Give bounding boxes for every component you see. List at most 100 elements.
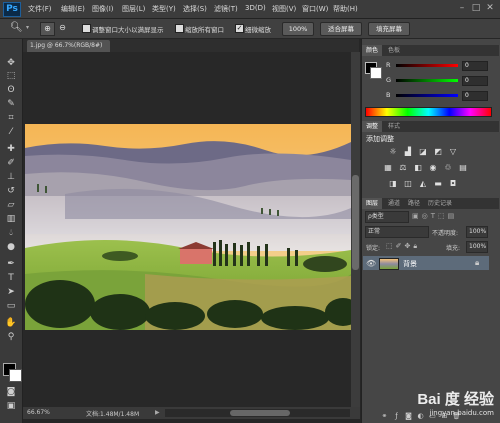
minimize-icon[interactable]: – (457, 3, 467, 13)
menu-view[interactable]: 视图(V) (272, 4, 296, 14)
tool-preset-dropdown-icon[interactable]: ▾ (26, 24, 29, 31)
photo-filter-icon[interactable]: ◉ (428, 163, 438, 173)
fill-screen-button[interactable]: 填充屏幕 (368, 22, 410, 36)
screen-mode-icon[interactable]: ▣ (4, 400, 18, 412)
eyedropper-icon[interactable]: ⁄ (4, 126, 18, 138)
zoom-in-icon[interactable]: ⊕ (40, 22, 55, 36)
document-tab[interactable]: 1.jpg @ 66.7%(RGB/8#) × (27, 40, 110, 61)
options-bar: 🔍︎ ▾ ⊕ ⊖ 调整窗口大小以满屏显示 缩放所有窗口 ✓ 细微缩放 100% … (0, 19, 500, 39)
selective-color-icon[interactable]: ◘ (448, 179, 458, 189)
hue-saturation-icon[interactable]: ▦ (383, 163, 393, 173)
scrubby-zoom-checkbox[interactable]: ✓ (235, 24, 244, 33)
channel-mixer-icon[interactable]: ♲ (443, 163, 453, 173)
tab-swatches[interactable]: 色板 (384, 45, 404, 56)
menu-help[interactable]: 帮助(H) (333, 4, 358, 14)
eye-visibility-icon[interactable]: 👁︎ (366, 259, 376, 268)
add-mask-icon[interactable]: ◙ (404, 412, 413, 421)
color-spectrum-bar[interactable] (365, 107, 492, 117)
blur-icon[interactable]: 💧︎ (4, 227, 18, 239)
tab-history[interactable]: 历史记录 (424, 198, 456, 209)
crop-icon[interactable]: ⌗ (4, 112, 18, 124)
levels-icon[interactable]: ▟ (403, 147, 413, 157)
pen-icon[interactable]: ✒ (4, 258, 18, 270)
exposure-icon[interactable]: ◩ (433, 147, 443, 157)
background-color-chip[interactable] (370, 67, 382, 79)
history-brush-icon[interactable]: ↺ (4, 185, 18, 197)
vertical-scroll-thumb[interactable] (352, 175, 359, 270)
threshold-icon[interactable]: ◭ (418, 179, 428, 189)
layer-style-icon[interactable]: ƒ (392, 412, 401, 421)
layer-row-background[interactable]: 👁︎ 背景 🔒︎ (363, 256, 489, 270)
link-layers-icon[interactable]: ⚭ (380, 412, 389, 421)
quick-mask-icon[interactable]: ◙ (4, 386, 18, 398)
lock-icons[interactable]: ⬚✐✥🔒︎ (386, 242, 420, 251)
brush-icon[interactable]: ✐ (4, 157, 18, 169)
fit-screen-button[interactable]: 适合屏幕 (320, 22, 362, 36)
tab-channels[interactable]: 通道 (384, 198, 404, 209)
layer-filter-icons[interactable]: ▣◎T⬚▤ (412, 212, 457, 220)
move-icon[interactable]: ✥ (4, 57, 18, 69)
zoom-100-button[interactable]: 100% (282, 22, 314, 36)
menu-layer[interactable]: 图层(L) (122, 4, 145, 14)
close-window-icon[interactable]: ✕ (485, 3, 495, 13)
green-slider[interactable] (396, 79, 458, 82)
path-select-icon[interactable]: ➤ (4, 286, 18, 298)
fill-field[interactable]: 100% (466, 241, 488, 253)
black-white-icon[interactable]: ◧ (413, 163, 423, 173)
brightness-icon[interactable]: ☼ (388, 147, 398, 157)
tab-color[interactable]: 颜色 (362, 45, 383, 56)
opacity-field[interactable]: 100% (466, 226, 488, 238)
color-balance-icon[interactable]: ⚖ (398, 163, 408, 173)
invert-icon[interactable]: ◨ (388, 179, 398, 189)
zoom-out-icon[interactable]: ⊖ (56, 22, 69, 34)
tab-paths[interactable]: 路径 (404, 198, 424, 209)
blue-slider[interactable] (396, 94, 458, 97)
curves-icon[interactable]: ◪ (418, 147, 428, 157)
menu-image[interactable]: 图像(I) (92, 4, 114, 14)
quick-select-icon[interactable]: ✎ (4, 98, 18, 110)
landscape-photo[interactable] (25, 124, 351, 330)
shape-icon[interactable]: ▭ (4, 300, 18, 312)
lasso-icon[interactable]: ʘ (4, 84, 18, 96)
zoom-all-checkbox[interactable] (175, 24, 184, 33)
menu-filter[interactable]: 滤镜(T) (214, 4, 238, 14)
blue-value-field[interactable]: 0 (462, 91, 488, 101)
menu-select[interactable]: 选择(S) (183, 4, 207, 14)
color-lookup-icon[interactable]: ▤ (458, 163, 468, 173)
stamp-icon[interactable]: ⊥ (4, 171, 18, 183)
gradient-icon[interactable]: ▥ (4, 213, 18, 225)
marquee-icon[interactable]: ⬚ (4, 70, 18, 82)
hand-icon[interactable]: ✋ (4, 317, 18, 329)
blend-mode-select[interactable]: 正常 (365, 226, 429, 238)
tab-styles[interactable]: 样式 (384, 121, 404, 132)
tab-adjustments[interactable]: 调整 (362, 121, 383, 132)
eraser-icon[interactable]: ▱ (4, 199, 18, 211)
vibrance-icon[interactable]: ▽ (448, 147, 458, 157)
type-icon[interactable]: T (4, 272, 18, 284)
menu-file[interactable]: 文件(F) (28, 4, 52, 14)
gradient-map-icon[interactable]: ▬ (433, 179, 443, 189)
menu-type[interactable]: 类型(Y) (152, 4, 176, 14)
zoom-tool-icon[interactable]: 🔍︎ (10, 22, 23, 33)
status-menu-arrow-icon[interactable]: ▶ (155, 409, 160, 416)
layer-name[interactable]: 背景 (403, 259, 417, 269)
dodge-icon[interactable]: ● (4, 241, 18, 253)
menu-3d[interactable]: 3D(D) (245, 4, 266, 12)
healing-icon[interactable]: ✚ (4, 143, 18, 155)
photoshop-logo: Ps (3, 2, 21, 17)
tab-layers[interactable]: 图层 (362, 198, 383, 209)
red-slider[interactable] (396, 64, 458, 67)
zoom-level[interactable]: 66.67% (27, 409, 50, 416)
zoom-icon[interactable]: ⚲ (4, 331, 18, 343)
channel-b-label: B (386, 91, 391, 99)
layer-kind-filter[interactable]: ρ类型 (365, 211, 409, 223)
horizontal-scroll-thumb[interactable] (230, 410, 290, 416)
menu-edit[interactable]: 编辑(E) (61, 4, 85, 14)
resize-windows-checkbox[interactable] (82, 24, 91, 33)
background-color-swatch[interactable] (9, 369, 22, 382)
maximize-icon[interactable]: □ (471, 3, 481, 13)
red-value-field[interactable]: 0 (462, 61, 488, 71)
posterize-icon[interactable]: ◫ (403, 179, 413, 189)
menu-window[interactable]: 窗口(W) (302, 4, 328, 14)
green-value-field[interactable]: 0 (462, 76, 488, 86)
